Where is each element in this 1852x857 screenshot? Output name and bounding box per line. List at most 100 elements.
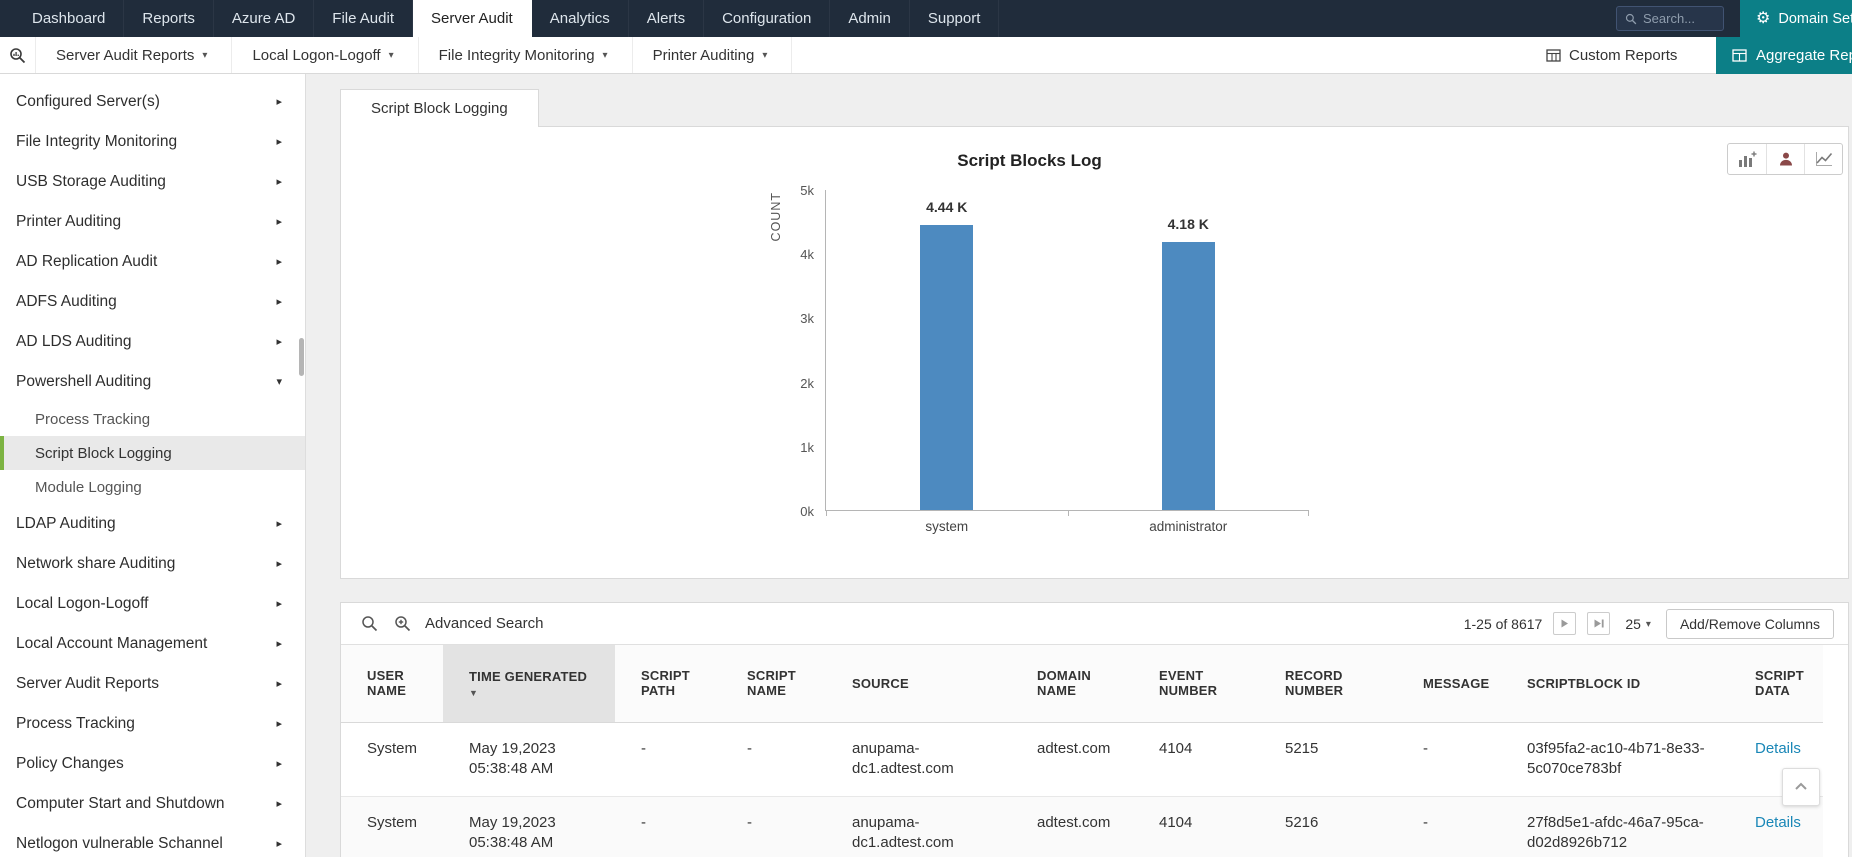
- sidebar-item-label: AD LDS Auditing: [16, 333, 131, 351]
- sidebar-item-ldap-auditing[interactable]: LDAP Auditing▸: [0, 504, 305, 544]
- nav-item-analytics[interactable]: Analytics: [532, 0, 629, 37]
- search-icon: [1625, 13, 1637, 25]
- nav-item-configuration[interactable]: Configuration: [704, 0, 830, 37]
- search-icon[interactable]: [361, 615, 378, 632]
- cell-script-name: -: [721, 796, 826, 857]
- column-header-source[interactable]: SOURCE: [826, 645, 1011, 722]
- column-header-script-path[interactable]: SCRIPT PATH: [615, 645, 721, 722]
- report-toolbar: Server Audit Reports▾Local Logon-Logoff▾…: [0, 37, 1852, 74]
- nav-item-support[interactable]: Support: [910, 0, 1000, 37]
- column-header-record-number[interactable]: RECORD NUMBER: [1259, 645, 1397, 722]
- top-nav: DashboardReportsAzure ADFile AuditServer…: [0, 0, 1852, 37]
- advanced-search-label[interactable]: Advanced Search: [425, 615, 543, 632]
- nav-item-azure-ad[interactable]: Azure AD: [214, 0, 314, 37]
- report-finder-icon[interactable]: [0, 37, 36, 73]
- chevron-down-icon: ▾: [202, 51, 207, 61]
- sidebar-item-powershell-auditing[interactable]: Powershell Auditing▾: [0, 362, 305, 402]
- sidebar-item-network-share-auditing[interactable]: Network share Auditing▸: [0, 544, 305, 584]
- chevron-right-icon: ▸: [276, 337, 282, 348]
- sidebar-item-label: Computer Start and Shutdown: [16, 795, 225, 813]
- column-header-time-generated[interactable]: TIME GENERATED▼: [443, 645, 615, 722]
- sidebar-item-local-account-management[interactable]: Local Account Management ▸: [0, 624, 305, 664]
- sidebar-item-local-logon-logoff[interactable]: Local Logon-Logoff▸: [0, 584, 305, 624]
- sidebar-item-computer-start-and-shutdown[interactable]: Computer Start and Shutdown▸: [0, 784, 305, 824]
- sidebar-item-policy-changes[interactable]: Policy Changes▸: [0, 744, 305, 784]
- chevron-right-icon: ▸: [276, 519, 282, 530]
- cell-time-generated: May 19,2023 05:38:48 AM: [443, 796, 615, 857]
- custom-reports-button[interactable]: Custom Reports: [1546, 37, 1677, 74]
- sidebar-item-usb-storage-auditing[interactable]: USB Storage Auditing▸: [0, 162, 305, 202]
- domain-settings-button[interactable]: ⚙ Domain Settings: [1740, 0, 1852, 37]
- tab-script-block-logging[interactable]: Script Block Logging: [340, 89, 539, 127]
- sidebar-item-netlogon-vulnerable-schannel[interactable]: Netlogon vulnerable Schannel▸: [0, 824, 305, 857]
- column-header-user-name[interactable]: USER NAME: [341, 645, 443, 722]
- chevron-right-icon: ▸: [276, 639, 282, 650]
- column-header-script-data[interactable]: SCRIPT DATA: [1729, 645, 1823, 722]
- nav-item-dashboard[interactable]: Dashboard: [14, 0, 124, 37]
- sidebar-item-printer-auditing[interactable]: Printer Auditing▸: [0, 202, 305, 242]
- add-remove-columns-button[interactable]: Add/Remove Columns: [1666, 609, 1834, 639]
- sidebar-item-label: ADFS Auditing: [16, 293, 117, 311]
- bar-administrator[interactable]: [1162, 242, 1215, 510]
- next-page-button[interactable]: [1553, 612, 1576, 635]
- sidebar-item-file-integrity-monitoring[interactable]: File Integrity Monitoring▸: [0, 122, 305, 162]
- sidebar-item-label: Local Account Management: [16, 635, 207, 653]
- sidebar-subitem-module-logging[interactable]: Module Logging: [0, 470, 305, 504]
- sidebar-item-server-audit-reports[interactable]: Server Audit Reports▸: [0, 664, 305, 704]
- nav-search[interactable]: [1616, 6, 1724, 31]
- chart-card: Script Blocks Log COUNT 0k1k2k3k4k5k4.44…: [340, 126, 1849, 579]
- add-chart-icon[interactable]: [1728, 144, 1766, 174]
- chevron-right-icon: ▸: [276, 759, 282, 770]
- nav-item-reports[interactable]: Reports: [124, 0, 214, 37]
- aggregate-reports-button[interactable]: Aggregate Reports: [1716, 37, 1852, 74]
- cell-scriptblock-id: 03f95fa2-ac10-4b71-8e33-5c070ce783bf: [1501, 722, 1729, 796]
- trend-chart-icon[interactable]: [1804, 144, 1842, 174]
- sidebar-item-label: Server Audit Reports: [16, 675, 159, 693]
- details-link[interactable]: Details: [1755, 740, 1801, 757]
- nav-item-admin[interactable]: Admin: [830, 0, 910, 37]
- column-header-script-name[interactable]: SCRIPT NAME: [721, 645, 826, 722]
- column-header-message[interactable]: MESSAGE: [1397, 645, 1501, 722]
- tab-strip: Script Block Logging: [340, 89, 1849, 127]
- nav-item-alerts[interactable]: Alerts: [629, 0, 704, 37]
- sidebar-subitem-process-tracking[interactable]: Process Tracking: [0, 402, 305, 436]
- sidebar-item-adfs-auditing[interactable]: ADFS Auditing▸: [0, 282, 305, 322]
- x-axis-category-label: administrator: [1068, 519, 1310, 534]
- sidebar-scrollbar[interactable]: [299, 338, 304, 376]
- cell-record-number: 5216: [1259, 796, 1397, 857]
- column-header-domain-name[interactable]: DOMAIN NAME: [1011, 645, 1133, 722]
- report-dropdown-server-audit-reports[interactable]: Server Audit Reports▾: [36, 37, 232, 73]
- report-dropdown-printer-auditing[interactable]: Printer Auditing▾: [633, 37, 793, 73]
- column-header-scriptblock-id[interactable]: SCRIPTBLOCK ID: [1501, 645, 1729, 722]
- advanced-search-icon[interactable]: [394, 615, 411, 632]
- results-table: USER NAMETIME GENERATED▼SCRIPT PATHSCRIP…: [341, 645, 1823, 857]
- details-link[interactable]: Details: [1755, 814, 1801, 831]
- table-header-row: USER NAMETIME GENERATED▼SCRIPT PATHSCRIP…: [341, 645, 1823, 722]
- chevron-right-icon: ▸: [276, 599, 282, 610]
- user-report-icon[interactable]: [1766, 144, 1804, 174]
- sidebar-item-label: USB Storage Auditing: [16, 173, 166, 191]
- sort-desc-icon: ▼: [469, 688, 609, 698]
- scroll-to-top-button[interactable]: [1782, 768, 1820, 806]
- report-dropdown-local-logon-logoff[interactable]: Local Logon-Logoff▾: [232, 37, 418, 73]
- report-dropdown-file-integrity-monitoring[interactable]: File Integrity Monitoring▾: [419, 37, 633, 73]
- sidebar-item-ad-replication-audit[interactable]: AD Replication Audit▸: [0, 242, 305, 282]
- bar-system[interactable]: [920, 225, 973, 510]
- nav-item-server-audit[interactable]: Server Audit: [413, 0, 532, 37]
- report-dropdowns: Server Audit Reports▾Local Logon-Logoff▾…: [36, 37, 792, 73]
- cell-user-name: System: [341, 796, 443, 857]
- sidebar-item-ad-lds-auditing[interactable]: AD LDS Auditing ▸: [0, 322, 305, 362]
- cell-script-path: -: [615, 796, 721, 857]
- pagination-range: 1-25 of 8617: [1464, 616, 1543, 632]
- sidebar-item-configured-server-s[interactable]: Configured Server(s)▸: [0, 82, 305, 122]
- page-size-select[interactable]: 25 ▾: [1621, 616, 1655, 632]
- sidebar-item-process-tracking[interactable]: Process Tracking▸: [0, 704, 305, 744]
- column-header-event-number[interactable]: EVENT NUMBER: [1133, 645, 1259, 722]
- search-input[interactable]: [1643, 11, 1713, 26]
- nav-item-file-audit[interactable]: File Audit: [314, 0, 413, 37]
- page-size-value: 25: [1625, 616, 1641, 632]
- last-page-button[interactable]: [1587, 612, 1610, 635]
- sidebar-subitem-script-block-logging[interactable]: Script Block Logging: [0, 436, 305, 470]
- cell-message: -: [1397, 796, 1501, 857]
- chevron-right-icon: ▸: [276, 839, 282, 850]
